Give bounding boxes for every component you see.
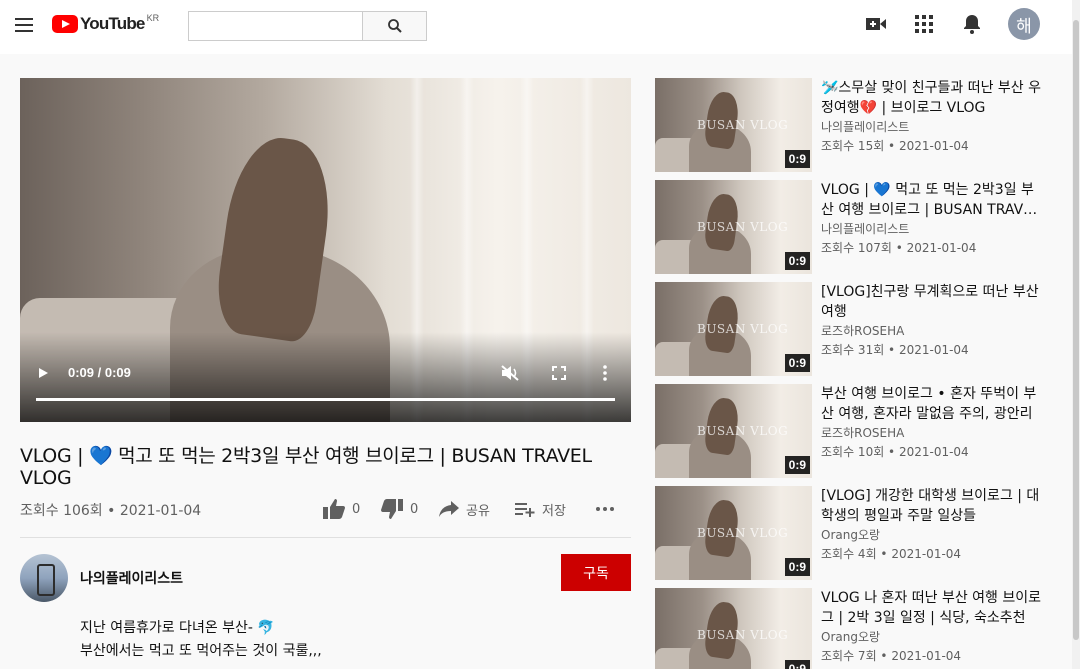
related-video-channel[interactable]: 나의플레이리스트 bbox=[821, 220, 909, 237]
channel-avatar[interactable] bbox=[20, 554, 68, 602]
related-video-title[interactable]: 🛩️스무살 맞이 친구들과 떠난 부산 우정여행💔 | 브이로그 VLOG bbox=[821, 78, 1045, 118]
related-video-title[interactable]: [VLOG]친구랑 무계획으로 떠난 부산 여행 bbox=[821, 282, 1045, 322]
thumbs-up-icon bbox=[323, 499, 345, 519]
thumbnail-watermark: BUSAN VLOG bbox=[697, 220, 789, 234]
dot-icon bbox=[610, 507, 614, 511]
related-video-item[interactable]: BUSAN VLOG 0:9 [VLOG]친구랑 무계획으로 떠난 부산 여행 로즈하… bbox=[655, 282, 1055, 376]
channel-name[interactable]: 나의플레이리스트 bbox=[80, 568, 183, 588]
save-button[interactable]: 저장 bbox=[514, 495, 566, 523]
progress-bar[interactable] bbox=[36, 398, 615, 401]
thumbs-down-icon bbox=[381, 499, 403, 519]
video-thumbnail[interactable]: BUSAN VLOG 0:9 bbox=[655, 78, 812, 172]
share-arrow-icon bbox=[439, 501, 459, 517]
related-video-channel[interactable]: Orang오랑 bbox=[821, 628, 880, 645]
subscribe-button[interactable]: 구독 bbox=[561, 554, 631, 591]
page-scrollbar[interactable] bbox=[1072, 0, 1080, 669]
share-button[interactable]: 공유 bbox=[438, 495, 490, 523]
dot-icon bbox=[596, 507, 600, 511]
related-video-item[interactable]: BUSAN VLOG 0:9 🛩️스무살 맞이 친구들과 떠난 부산 우정여행💔 |… bbox=[655, 78, 1055, 172]
related-video-title[interactable]: VLOG | 💙 먹고 또 먹는 2박3일 부산 여행 브이로그 | BUSAN… bbox=[821, 180, 1045, 220]
duration-badge: 0:9 bbox=[784, 660, 810, 669]
related-video-meta: 조회수 10회 • 2021-01-04 bbox=[821, 445, 969, 459]
related-video-channel[interactable]: 로즈하ROSEHA bbox=[821, 424, 904, 441]
related-video-meta: 조회수 107회 • 2021-01-04 bbox=[821, 241, 977, 255]
time-display: 0:09 / 0:09 bbox=[68, 365, 131, 380]
duration-badge: 0:9 bbox=[784, 252, 810, 270]
playlist-add-icon bbox=[515, 503, 535, 517]
related-video-title[interactable]: VLOG 나 혼자 떠난 부산 여행 브이로그 | 2박 3일 일정 | 식당,… bbox=[821, 588, 1045, 628]
related-video-channel[interactable]: 나의플레이리스트 bbox=[821, 118, 909, 135]
description-line-2: 부산에서는 먹고 또 먹어주는 것이 국룰,,, bbox=[80, 643, 322, 659]
video-thumbnail[interactable]: BUSAN VLOG 0:9 bbox=[655, 384, 812, 478]
youtube-logo[interactable]: YouTube KR bbox=[52, 13, 160, 34]
dislike-count: 0 bbox=[410, 501, 419, 517]
related-video-channel[interactable]: 로즈하ROSEHA bbox=[821, 322, 904, 339]
thumbnail-watermark: BUSAN VLOG bbox=[697, 526, 789, 540]
like-button[interactable]: 0 bbox=[322, 495, 360, 523]
progress-fill bbox=[36, 398, 615, 401]
related-video-meta: 조회수 31회 • 2021-01-04 bbox=[821, 343, 969, 357]
duration-badge: 0:9 bbox=[784, 354, 810, 372]
account-avatar[interactable]: 해 bbox=[1008, 8, 1040, 40]
save-label: 저장 bbox=[542, 503, 566, 519]
share-label: 공유 bbox=[466, 503, 490, 519]
youtube-play-icon bbox=[52, 15, 78, 33]
create-video-icon[interactable] bbox=[864, 12, 888, 36]
video-thumbnail[interactable]: BUSAN VLOG 0:9 bbox=[655, 180, 812, 274]
divider bbox=[20, 537, 631, 538]
title-prefix: VLOG | bbox=[20, 445, 89, 467]
duration-badge: 0:9 bbox=[784, 150, 810, 168]
logo-region: KR bbox=[146, 13, 160, 23]
video-player[interactable]: 0:09 / 0:09 bbox=[20, 78, 631, 422]
player-more-button[interactable] bbox=[602, 364, 608, 387]
hamburger-menu-icon[interactable] bbox=[12, 13, 36, 37]
vertical-dots-icon bbox=[603, 365, 607, 381]
dot-icon bbox=[603, 507, 607, 511]
fullscreen-icon bbox=[552, 366, 566, 380]
fullscreen-button[interactable] bbox=[552, 366, 566, 385]
related-video-title[interactable]: [VLOG] 개강한 대학생 브이로그 | 대학생의 평일과 주말 일상들 bbox=[821, 486, 1045, 526]
top-header: YouTube KR 해 bbox=[0, 0, 1072, 54]
related-video-item[interactable]: BUSAN VLOG 0:9 VLOG 나 혼자 떠난 부산 여행 브이로그 | 2… bbox=[655, 588, 1055, 669]
thumbnail-watermark: BUSAN VLOG bbox=[697, 118, 789, 132]
related-video-item[interactable]: BUSAN VLOG 0:9 [VLOG] 개강한 대학생 브이로그 | 대학생의 … bbox=[655, 486, 1055, 580]
thumbnail-watermark: BUSAN VLOG bbox=[697, 424, 789, 438]
search-icon bbox=[387, 19, 402, 33]
thumbnail-watermark: BUSAN VLOG bbox=[697, 322, 789, 336]
scrollbar-thumb[interactable] bbox=[1073, 20, 1079, 640]
video-view-count-date: 조회수 106회 • 2021-01-04 bbox=[20, 503, 202, 519]
search-input[interactable] bbox=[188, 11, 363, 41]
video-thumbnail[interactable]: BUSAN VLOG 0:9 bbox=[655, 588, 812, 669]
related-video-item[interactable]: BUSAN VLOG 0:9 부산 여행 브이로그 • 혼자 뚜벅이 부산 여행, … bbox=[655, 384, 1055, 478]
related-video-meta: 조회수 15회 • 2021-01-04 bbox=[821, 139, 969, 153]
more-actions-button[interactable] bbox=[585, 492, 625, 526]
dislike-button[interactable]: 0 bbox=[380, 495, 418, 523]
play-icon bbox=[39, 368, 48, 378]
related-video-channel[interactable]: Orang오랑 bbox=[821, 526, 880, 543]
search-button[interactable] bbox=[362, 11, 427, 41]
like-count: 0 bbox=[352, 501, 361, 517]
duration-badge: 0:9 bbox=[784, 558, 810, 576]
related-video-meta: 조회수 7회 • 2021-01-04 bbox=[821, 649, 962, 663]
notifications-bell-icon[interactable] bbox=[960, 12, 984, 36]
video-thumbnail[interactable]: BUSAN VLOG 0:9 bbox=[655, 282, 812, 376]
thumbnail-watermark: BUSAN VLOG bbox=[697, 628, 789, 642]
blue-heart-emoji: 💙 bbox=[88, 445, 113, 467]
duration-badge: 0:9 bbox=[784, 456, 810, 474]
video-title: VLOG | 💙 먹고 또 먹는 2박3일 부산 여행 브이로그 | BUSAN… bbox=[20, 445, 635, 489]
muted-volume-icon bbox=[501, 365, 519, 381]
description-line-1: 지난 여름휴가로 다녀온 부산- 🐬 bbox=[80, 620, 275, 636]
video-thumbnail[interactable]: BUSAN VLOG 0:9 bbox=[655, 486, 812, 580]
mute-button[interactable] bbox=[500, 364, 520, 387]
related-video-item[interactable]: BUSAN VLOG 0:9 VLOG | 💙 먹고 또 먹는 2박3일 부산 여행… bbox=[655, 180, 1055, 274]
logo-text: YouTube bbox=[80, 14, 145, 33]
play-button[interactable] bbox=[36, 365, 50, 386]
related-video-title[interactable]: 부산 여행 브이로그 • 혼자 뚜벅이 부산 여행, 혼자라 말없음 주의, 광… bbox=[821, 384, 1045, 424]
apps-grid-icon[interactable] bbox=[912, 12, 936, 36]
related-video-meta: 조회수 4회 • 2021-01-04 bbox=[821, 547, 962, 561]
